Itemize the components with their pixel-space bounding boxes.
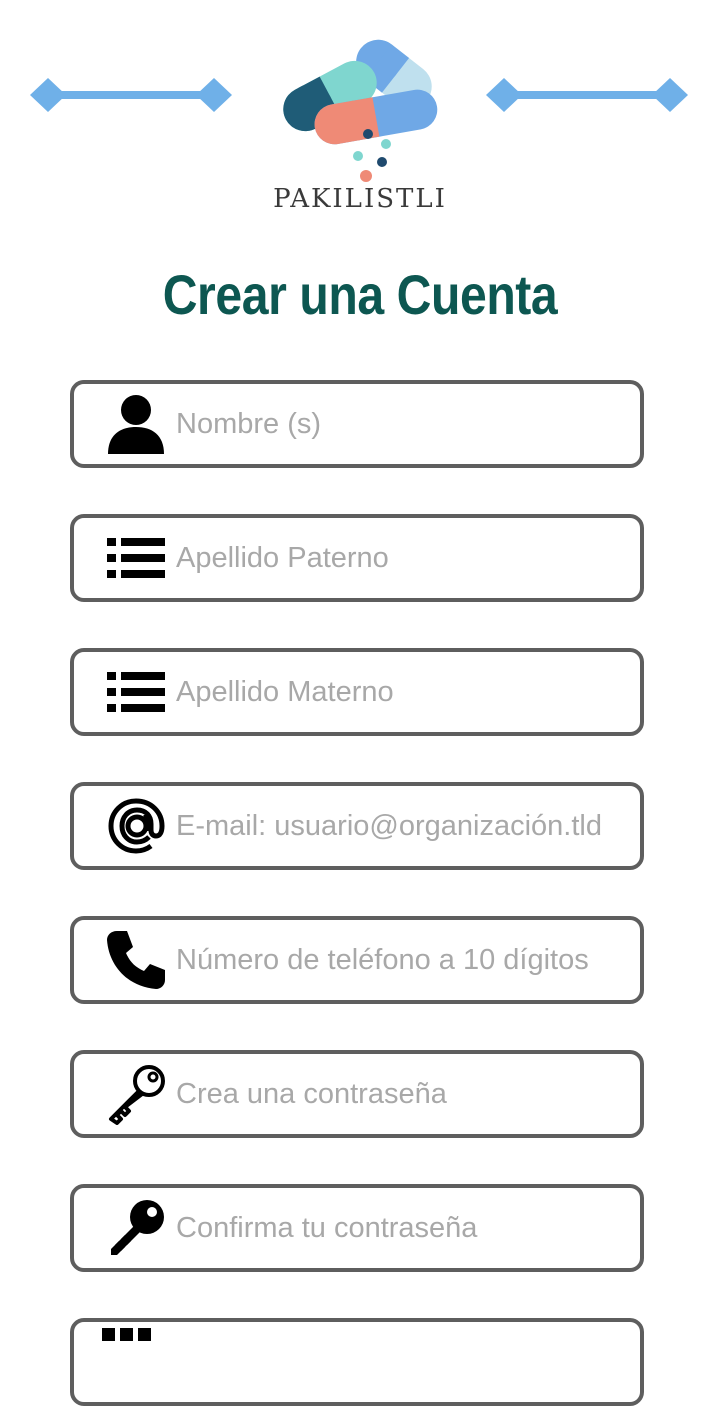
- phone-icon: [102, 928, 170, 992]
- confirm-password-input[interactable]: [176, 1211, 616, 1245]
- decorative-line-right: [486, 78, 688, 112]
- maternal-surname-input[interactable]: [176, 675, 616, 709]
- at-sign-icon: [102, 794, 170, 858]
- maternal-surname-field[interactable]: [70, 648, 644, 736]
- person-icon: [102, 392, 170, 456]
- pin-field[interactable]: [70, 1318, 644, 1406]
- dots-icon: [102, 1328, 170, 1342]
- key-outline-icon: [102, 1062, 170, 1126]
- first-name-field[interactable]: [70, 380, 644, 468]
- app-header: PAKILISTLI: [0, 0, 720, 230]
- key-filled-icon: [102, 1196, 170, 1260]
- page-title: Crear una Cuenta: [162, 263, 558, 326]
- decorative-line-left: [30, 78, 232, 112]
- list-icon: [102, 526, 170, 590]
- email-field[interactable]: [70, 782, 644, 870]
- phone-field[interactable]: [70, 916, 644, 1004]
- pin-input[interactable]: [176, 1342, 616, 1375]
- list-icon: [102, 660, 170, 724]
- paternal-surname-input[interactable]: [176, 541, 616, 575]
- confirm-password-field[interactable]: [70, 1184, 644, 1272]
- email-input[interactable]: [176, 809, 616, 843]
- pill-logo-icon: [283, 39, 438, 182]
- create-password-input[interactable]: [176, 1077, 616, 1111]
- paternal-surname-field[interactable]: [70, 514, 644, 602]
- brand-name: PAKILISTLI: [273, 184, 447, 214]
- first-name-input[interactable]: [176, 407, 616, 441]
- phone-input[interactable]: [176, 943, 616, 977]
- create-password-field[interactable]: [70, 1050, 644, 1138]
